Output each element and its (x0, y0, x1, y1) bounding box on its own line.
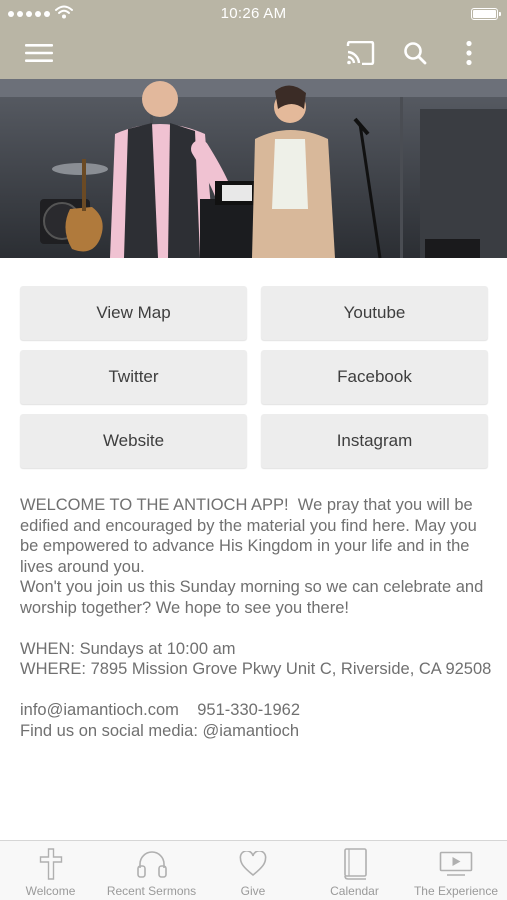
status-time: 10:26 AM (220, 5, 287, 22)
youtube-button[interactable]: Youtube (261, 286, 488, 340)
tab-give[interactable]: Give (202, 841, 304, 900)
welcome-text: WELCOME TO THE ANTIOCH APP! We pray that… (20, 496, 492, 740)
cast-icon[interactable] (340, 35, 380, 71)
instagram-button[interactable]: Instagram (261, 414, 488, 468)
tab-calendar[interactable]: Calendar (304, 841, 405, 900)
heart-icon (239, 848, 267, 880)
headphones-icon (136, 848, 168, 880)
battery-icon (471, 8, 501, 20)
tab-recent-sermons[interactable]: Recent Sermons (101, 841, 202, 900)
app-toolbar (0, 30, 507, 76)
top-bar: 10:26 AM (0, 0, 507, 79)
video-play-icon (439, 848, 473, 880)
website-button[interactable]: Website (20, 414, 247, 468)
view-map-button[interactable]: View Map (20, 286, 247, 340)
tab-the-experience[interactable]: The Experience (405, 841, 507, 900)
tab-give-label: Give (240, 884, 266, 898)
more-vertical-icon[interactable] (449, 35, 489, 71)
hamburger-menu-icon[interactable] (19, 35, 59, 71)
tab-welcome-label: Welcome (25, 884, 76, 898)
twitter-button[interactable]: Twitter (20, 350, 247, 404)
cross-icon (39, 848, 63, 880)
search-icon[interactable] (395, 35, 435, 71)
tab-calendar-label: Calendar (330, 884, 379, 898)
tab-bar: Welcome Recent Sermons Give Calendar The… (0, 840, 507, 900)
hero-image (0, 79, 507, 258)
tab-welcome[interactable]: Welcome (0, 841, 101, 900)
tab-the-experience-label: The Experience (413, 884, 499, 898)
tab-recent-sermons-label: Recent Sermons (106, 884, 197, 898)
status-bar: 10:26 AM (0, 0, 507, 28)
book-icon (342, 848, 368, 880)
facebook-button[interactable]: Facebook (261, 350, 488, 404)
